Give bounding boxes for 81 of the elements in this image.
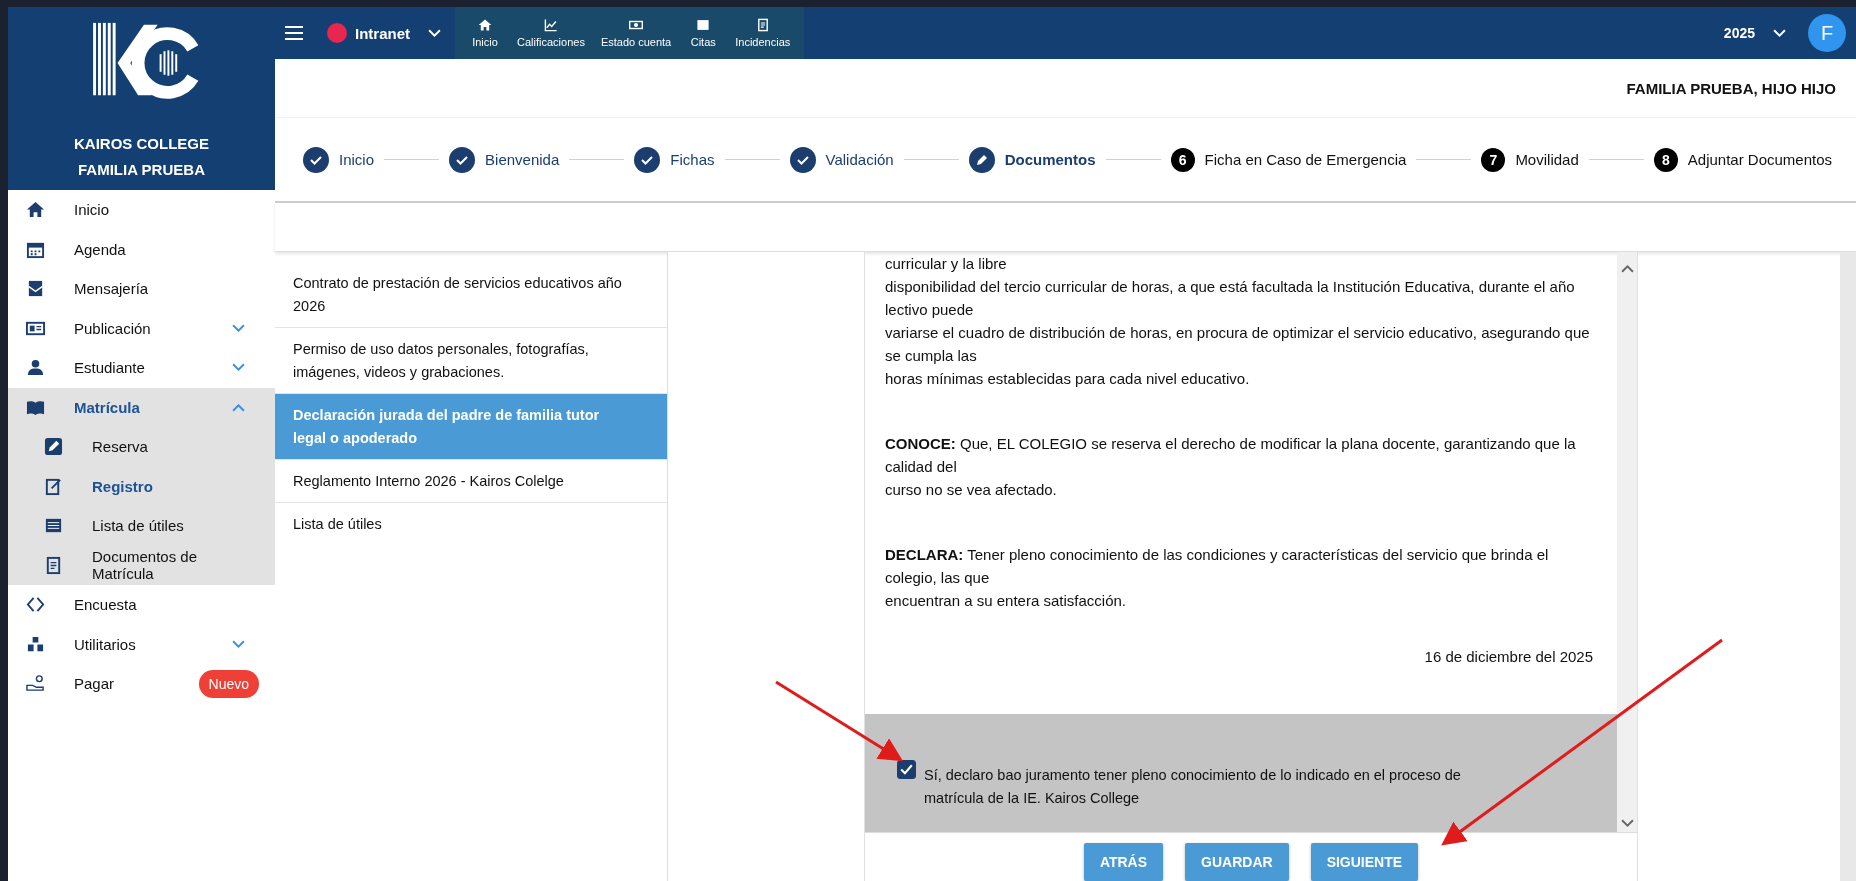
sidebar-item[interactable]: Matrícula [8,387,275,427]
sidebar-subitem[interactable]: Reserva [8,427,275,467]
document-text: lectivo puede [885,300,975,320]
nav-tab[interactable]: Estado cuenta [592,7,680,59]
check-circle-icon [449,146,476,173]
sidebar-subitem[interactable]: Documentos de Matrícula [8,545,275,585]
scrollbar[interactable] [1617,252,1637,832]
step: Bienvenida [449,146,560,173]
sidebar-subitem[interactable]: Lista de útiles [8,506,275,546]
document-date: 16 de diciembre del 2025 [1423,648,1593,665]
pencil-icon [44,437,63,457]
chevron-up-icon [1620,264,1634,273]
hand-coin-icon [26,674,45,694]
step-number: 7 [1481,147,1506,172]
step: Inicio [303,146,375,173]
envelope-icon [26,279,45,299]
nav-tab[interactable]: Citas [679,7,728,59]
sidebar-item[interactable]: Estudiante [8,348,275,388]
step: 7 Movilidad [1481,147,1579,172]
app-selector[interactable]: Intranet [313,7,455,59]
status-dot-icon [327,23,347,43]
sidebar-item[interactable]: Mensajería [8,269,275,309]
document-text: se cumpla las [885,346,978,366]
pencil-circle-icon [968,146,995,173]
step-number: 8 [1653,147,1678,172]
step-number: 6 [1170,147,1195,172]
chevron-down-icon [232,639,245,649]
step: 8 Adjuntar Documentos [1653,147,1833,172]
document-icon [44,555,63,575]
chevron-down-icon [1773,28,1786,38]
sidebar-item[interactable]: Pagar Nuevo [8,664,275,704]
step: 6 Ficha en Caso de Emergencia [1170,147,1407,172]
step: Fichas [634,146,715,173]
sidebar-subitem[interactable]: Registro [8,466,275,506]
document-text: encuentran a su entera satisfacción. [885,591,1127,611]
sidebar-item[interactable]: Agenda [8,229,275,269]
family-name: FAMILIA PRUEBA [78,160,205,180]
edit-note-icon [44,476,63,496]
document-item[interactable]: Lista de útiles [275,503,667,545]
year-selector[interactable]: 2025 [1703,7,1800,59]
nav-tab[interactable]: Calificaciones [509,7,593,59]
sidebar-item[interactable]: Utilitarios [8,624,275,664]
nav-tab[interactable]: Incidencias [727,7,799,59]
scrollbar[interactable] [1840,252,1856,881]
document-text: curso no se vea afectado. [885,480,1058,500]
banknote-icon [629,18,644,32]
school-name: KAIROS COLLEGE [74,134,209,154]
checkbox[interactable] [897,760,916,779]
chart-icon [543,18,558,32]
document-item[interactable]: Contrato de prestación de servicios educativos año 2026 [275,262,667,328]
document-text: CONOCE: Que, EL COLEGIO se reserva el derecho de modificar la plana docente, garantizando que la [885,434,1577,454]
document-text: colegio, las que [885,568,991,588]
document-text: horas mínimas establecidas para cada nivel educativo. [885,369,1251,389]
cubes-icon [26,634,45,654]
sidebar-item[interactable]: Inicio [8,190,275,230]
document-text: curricular y la libre [885,254,1008,274]
home-icon [478,18,492,32]
step: Documentos [968,146,1096,173]
document-text: variarse el cuadro de distribución de horas, en procura de optimizar el servicio educativo, asegurando que [885,323,1591,343]
check-circle-icon [789,146,816,173]
person-icon [26,358,45,378]
chevron-up-icon [232,402,245,412]
document-icon [755,18,770,32]
chevron-down-icon [232,323,245,333]
document-item[interactable]: Reglamento Interno 2026 - Kairos Colelge [275,460,667,503]
sidebar-item[interactable]: Publicación [8,308,275,348]
document-text: calidad del [885,457,958,477]
step: Validación [789,146,894,173]
agreement-text: Sí, declaro bao juramento tener pleno conocimiento de lo indicado en el proceso de matrícula de la IE. Kairos College [924,766,1462,808]
chevron-down-icon [232,363,245,373]
home-icon [26,200,45,220]
document-text: DECLARA: Tener pleno conocimiento de las condiciones y características del servicio que brinda el [885,545,1550,565]
check-circle-icon [303,146,329,173]
sidebar-item[interactable]: Encuesta [8,585,275,625]
chevron-down-icon [1620,819,1634,828]
chevron-down-icon [428,28,441,38]
student-name: FAMILIA PRUEBA, HIJO HIJO [1626,79,1836,97]
document-text: disponibilidad del tercio curricular de horas, a que está facultada la Institución Educativa, durante el año [885,277,1576,297]
new-badge: Nuevo [198,669,259,698]
nav-tab[interactable]: Inicio [461,7,509,59]
check-circle-icon [634,146,661,173]
